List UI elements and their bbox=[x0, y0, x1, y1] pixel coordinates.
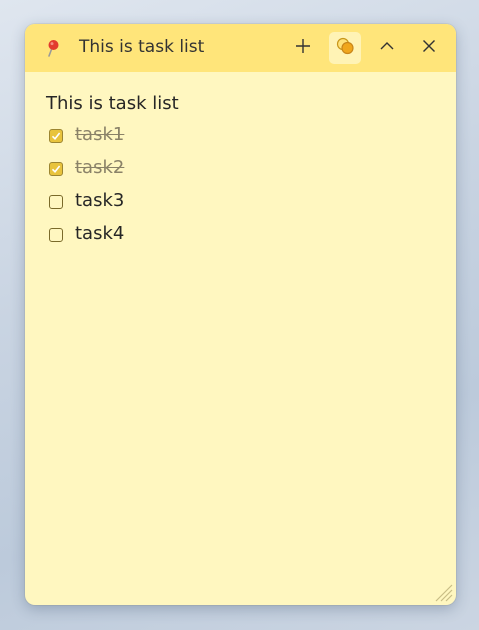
close-button[interactable] bbox=[413, 32, 445, 64]
color-palette-icon bbox=[335, 36, 355, 60]
title-bar[interactable]: This is task list bbox=[25, 24, 456, 72]
resize-grip-icon[interactable] bbox=[430, 579, 454, 603]
pushpin-icon bbox=[43, 38, 63, 58]
task-item[interactable]: task4 bbox=[46, 222, 436, 255]
task-label[interactable]: task3 bbox=[75, 189, 124, 213]
sticky-note-window: This is task list This is task list task… bbox=[25, 24, 456, 605]
task-item[interactable]: task3 bbox=[46, 189, 436, 222]
chevron-up-icon bbox=[379, 38, 395, 58]
task-checkbox[interactable] bbox=[49, 162, 63, 176]
task-label[interactable]: task2 bbox=[75, 156, 124, 180]
task-checkbox[interactable] bbox=[49, 129, 63, 143]
plus-icon bbox=[295, 38, 311, 58]
task-label[interactable]: task4 bbox=[75, 222, 124, 246]
note-content[interactable]: This is task list task1 task2 task3 task… bbox=[46, 90, 436, 255]
note-body-title[interactable]: This is task list bbox=[46, 90, 436, 123]
task-item[interactable]: task1 bbox=[46, 123, 436, 156]
task-label[interactable]: task1 bbox=[75, 123, 124, 147]
task-checkbox[interactable] bbox=[49, 195, 63, 209]
task-checkbox[interactable] bbox=[49, 228, 63, 242]
task-item[interactable]: task2 bbox=[46, 156, 436, 189]
collapse-button[interactable] bbox=[371, 32, 403, 64]
note-title: This is task list bbox=[79, 37, 205, 57]
new-note-button[interactable] bbox=[287, 32, 319, 64]
close-icon bbox=[421, 38, 437, 58]
color-button[interactable] bbox=[329, 32, 361, 64]
